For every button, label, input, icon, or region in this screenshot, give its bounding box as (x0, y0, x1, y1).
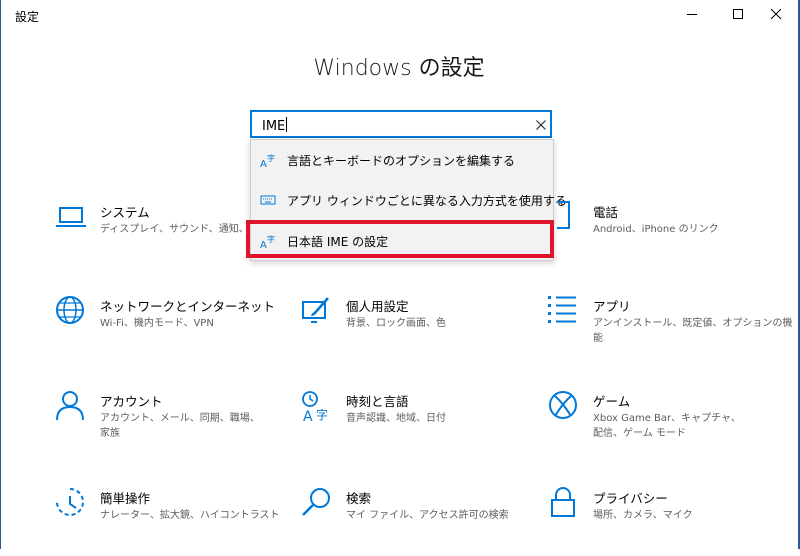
tile-network[interactable]: ネットワークとインターネット Wi-Fi、機内モード、VPN (54, 294, 284, 364)
ease-of-access-icon (56, 488, 84, 516)
tile-title: プライバシー (593, 491, 668, 506)
tile-title: ネットワークとインターネット (100, 299, 276, 314)
xbox-icon (549, 391, 577, 419)
tile-privacy[interactable]: プライバシー 場所、カメラ、マイク (547, 486, 777, 556)
search-icon (302, 488, 330, 516)
close-button[interactable] (753, 0, 799, 30)
language-a-icon: A 字 (260, 153, 275, 168)
tile-title: ゲーム (593, 394, 631, 409)
globe-icon (56, 296, 84, 324)
svg-text:字: 字 (316, 407, 328, 422)
apps-list-icon (548, 296, 576, 323)
paintbrush-icon (302, 297, 329, 323)
tile-title: アプリ (593, 299, 631, 314)
window-title: 設定 (15, 10, 40, 24)
tile-title: 電話 (593, 205, 619, 220)
close-icon (771, 9, 782, 20)
page-title: Windows の設定 (313, 56, 485, 81)
tile-description: マイ ファイル、アクセス許可の検索 (346, 510, 509, 521)
tile-title: アカウント (100, 394, 163, 409)
search-input[interactable]: IME (250, 110, 552, 138)
minimize-icon (687, 14, 697, 15)
person-icon (56, 391, 84, 421)
suggestion-item[interactable]: アプリ ウィンドウごとに異なる入力方式を使用する (251, 180, 567, 220)
tile-description: 背景、ロック画面、色 (346, 318, 446, 329)
tile-description: アンインストール、既定値、オプションの機能 (593, 318, 793, 344)
suggestion-label: アプリ ウィンドウごとに異なる入力方式を使用する (287, 194, 567, 208)
search-input-value: IME (262, 117, 288, 134)
svg-text:字: 字 (267, 153, 275, 163)
tile-gaming[interactable]: ゲーム Xbox Game Bar、キャプチャ、配信、ゲーム モード (547, 389, 777, 459)
laptop-icon (56, 207, 86, 227)
window-border-left (0, 0, 1, 549)
svg-text:A: A (303, 409, 313, 423)
tile-description: 音声認識、地域、日付 (346, 413, 446, 424)
suggestion-item[interactable]: A 字 言語とキーボードのオプションを編集する (251, 140, 553, 180)
tile-title: 時刻と言語 (346, 394, 409, 409)
tile-description: Wi-Fi、機内モード、VPN (100, 318, 214, 329)
suggestion-label: 言語とキーボードのオプションを編集する (287, 154, 516, 168)
phone-icon (557, 201, 570, 229)
minimize-button[interactable] (669, 0, 715, 30)
tile-description: アカウント、メール、同期、職場、家族 (100, 413, 260, 439)
text-caret (286, 117, 288, 132)
tile-title: 簡単操作 (100, 491, 151, 506)
tile-system[interactable]: システム ディスプレイ、サウンド、通知、電源 (54, 200, 284, 270)
tile-title: システム (100, 205, 150, 220)
tile-description: 場所、カメラ、マイク (593, 510, 693, 521)
tile-ease-of-access[interactable]: 簡単操作 ナレーター、拡大鏡、ハイコントラスト (54, 486, 284, 556)
tile-phone[interactable]: 電話 Android、iPhone のリンク (547, 200, 777, 270)
clear-search-icon[interactable] (535, 119, 547, 131)
tile-search[interactable]: 検索 マイ ファイル、アクセス許可の検索 (300, 486, 530, 556)
tile-description: Android、iPhone のリンク (593, 224, 719, 235)
tile-accounts[interactable]: アカウント アカウント、メール、同期、職場、家族 (54, 389, 284, 459)
maximize-icon (733, 9, 743, 19)
tile-description: ディスプレイ、サウンド、通知、電源 (100, 224, 248, 235)
tile-description: ナレーター、拡大鏡、ハイコントラスト (100, 510, 280, 521)
lock-icon (551, 487, 575, 517)
tile-title: 個人用設定 (346, 299, 409, 314)
red-highlight-box (246, 220, 554, 258)
time-language-icon: A 字 (302, 391, 328, 423)
tile-description: Xbox Game Bar、キャプチャ、配信、ゲーム モード (593, 413, 741, 439)
tile-apps[interactable]: アプリ アンインストール、既定値、オプションの機能 (547, 294, 792, 364)
title-bar: 設定 (1, 0, 798, 30)
tile-time-language[interactable]: A 字 時刻と言語 音声認識、地域、日付 (300, 389, 530, 459)
svg-text:A: A (260, 159, 267, 168)
tile-personalization[interactable]: 個人用設定 背景、ロック画面、色 (300, 294, 530, 364)
tile-title: 検索 (346, 491, 372, 506)
